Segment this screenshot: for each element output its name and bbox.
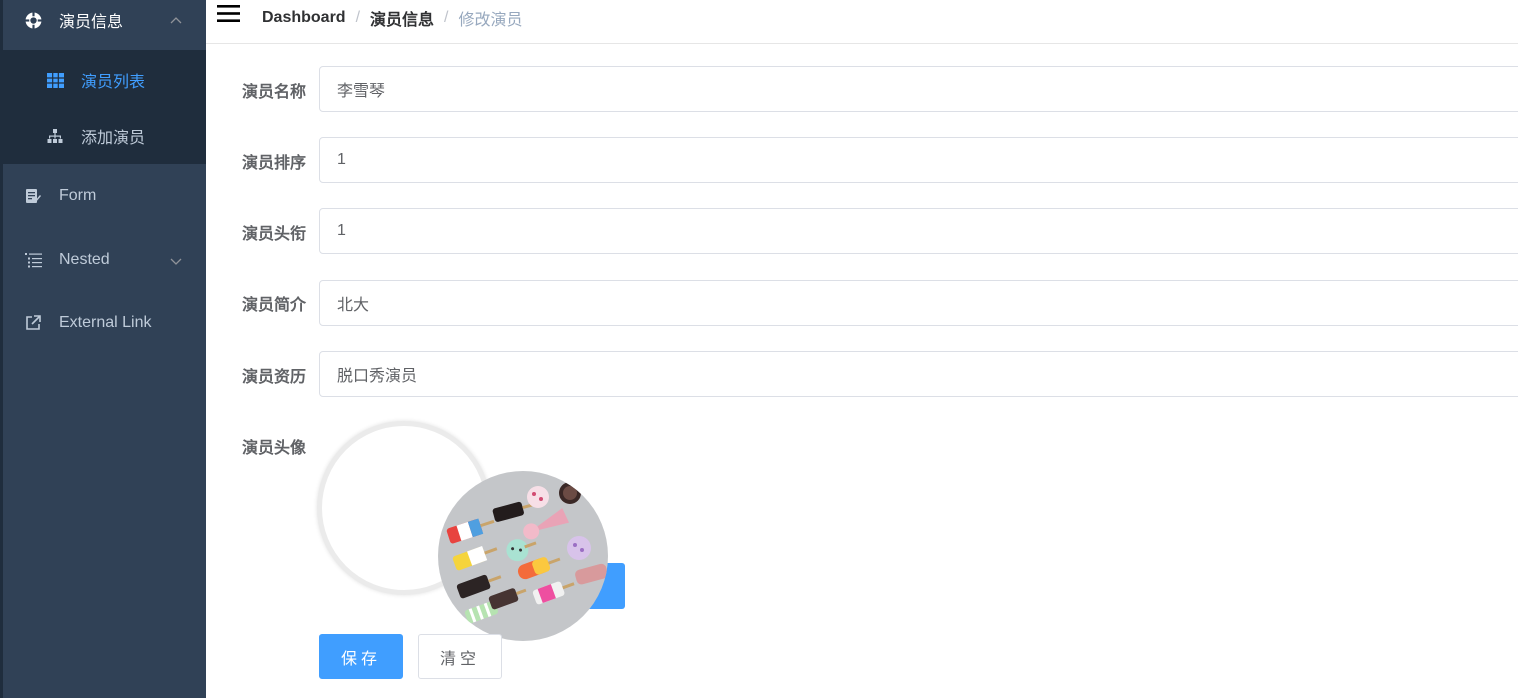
breadcrumb-current: 修改演员 [458,12,523,29]
sidebar-item-add-performer[interactable]: 添加演员 [0,108,206,164]
chevron-down-icon [170,254,182,266]
breadcrumb-performer-info[interactable]: 演员信息 [370,6,434,30]
sidebar-item-label: External Link [59,314,152,331]
sidebar-item-performer-list[interactable]: 演员列表 [0,52,206,108]
intro-label: 演员简介 [241,297,306,314]
clear-button[interactable]: 清空 [418,634,502,679]
save-button[interactable]: 保存 [319,634,403,679]
sidebar-item-label: Nested [59,251,110,268]
hamburger-icon[interactable] [217,4,241,24]
menu-group-performer-info[interactable]: 演员信息 [0,0,206,48]
chevron-up-icon [170,14,182,26]
avatar-image[interactable] [438,471,608,641]
breadcrumb: Dashboard / 演员信息 / 修改演员 [262,6,523,30]
tree-icon [46,127,64,145]
form-icon [24,187,42,205]
nested-icon [24,251,42,269]
breadcrumb-separator: / [355,9,361,26]
sidebar-item-label: Form [59,187,97,204]
avatar-label: 演员头像 [241,440,306,457]
title-label: 演员头衔 [241,226,306,243]
sidebar-item-form[interactable]: Form [0,168,206,224]
external-link-icon [24,314,42,332]
order-input[interactable] [319,137,1518,183]
experience-label: 演员资历 [241,369,306,386]
order-label: 演员排序 [241,155,306,172]
sidebar-item-label: 添加演员 [81,130,146,147]
sidebar: 演员信息 演员列表 添加演员 Form Nested External Link [0,0,206,698]
intro-input[interactable] [319,280,1518,326]
menu-group-label: 演员信息 [59,14,124,31]
experience-input[interactable] [319,351,1518,397]
breadcrumb-dashboard[interactable]: Dashboard [262,9,346,27]
submenu-container: 演员列表 添加演员 [0,50,206,164]
navbar: Dashboard / 演员信息 / 修改演员 [206,0,1518,44]
sidebar-item-label: 演员列表 [81,74,146,91]
target-icon [24,11,42,29]
table-icon [46,71,64,89]
sidebar-item-external-link[interactable]: External Link [0,295,206,351]
sidebar-item-nested[interactable]: Nested [0,232,206,288]
title-input[interactable] [319,208,1518,254]
name-input[interactable] [319,66,1518,112]
name-label: 演员名称 [241,84,306,101]
breadcrumb-separator: / [444,9,449,26]
